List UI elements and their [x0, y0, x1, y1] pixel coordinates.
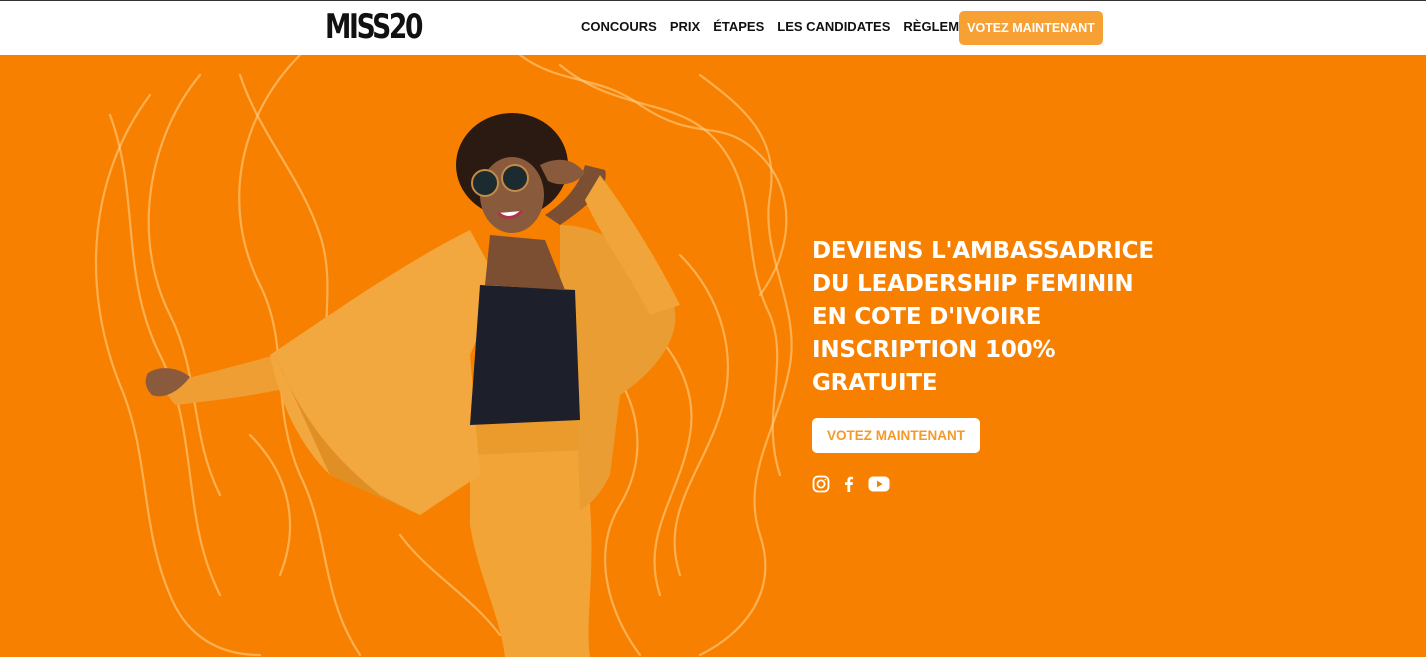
top-navbar: MISS20 CONCOURS PRIX ÉTAPES LES CANDIDAT… — [0, 0, 1426, 55]
main-nav: CONCOURS PRIX ÉTAPES LES CANDIDATES RÈGL… — [581, 18, 998, 36]
nav-link-concours[interactable]: CONCOURS — [581, 18, 657, 36]
nav-link-etapes[interactable]: ÉTAPES — [713, 18, 764, 36]
headline-line: DEVIENS L'AMBASSADRICE — [812, 238, 1154, 264]
facebook-icon[interactable] — [842, 475, 856, 498]
nav-vote-button[interactable]: VOTEZ MAINTENANT — [959, 11, 1103, 45]
hero-vote-button[interactable]: VOTEZ MAINTENANT — [812, 418, 980, 453]
nav-link-candidates[interactable]: LES CANDIDATES — [777, 18, 890, 36]
social-links — [812, 475, 902, 498]
miss20-logo[interactable]: MISS20 — [325, 6, 423, 48]
model-photo — [145, 113, 680, 657]
hero-section: DEVIENS L'AMBASSADRICE DU LEADERSHIP FEM… — [0, 55, 1426, 657]
nav-link-prix[interactable]: PRIX — [670, 18, 700, 36]
instagram-icon[interactable] — [812, 475, 830, 498]
headline-line: EN COTE D'IVOIRE — [812, 304, 1042, 330]
headline-line: INSCRIPTION 100% — [812, 337, 1056, 363]
hero-headline: DEVIENS L'AMBASSADRICE DU LEADERSHIP FEM… — [812, 235, 1172, 400]
youtube-icon[interactable] — [868, 476, 890, 497]
headline-line: DU LEADERSHIP FEMININ — [812, 271, 1134, 297]
headline-line: GRATUITE — [812, 370, 938, 396]
